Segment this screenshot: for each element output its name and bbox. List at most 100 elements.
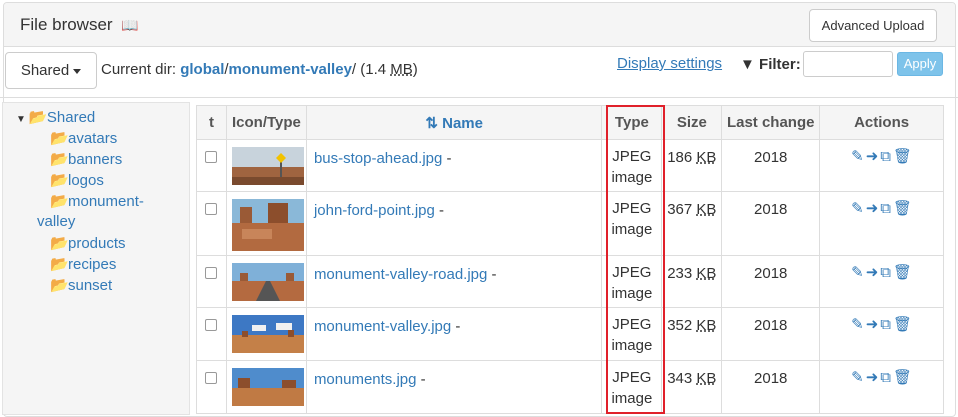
caret-down-icon[interactable]: ▼ (16, 114, 26, 125)
file-date: 2018 (721, 255, 821, 308)
image-thumbnail[interactable] (231, 315, 304, 353)
image-thumbnail[interactable] (231, 147, 304, 185)
advanced-upload-button[interactable]: Advanced Upload (809, 9, 937, 42)
image-thumbnail[interactable] (231, 199, 304, 251)
copy-icon[interactable]: ⧉ (880, 148, 891, 165)
folder-open-icon: 📂 (50, 235, 69, 252)
display-settings-link[interactable]: Display settings (617, 55, 722, 72)
file-name-link[interactable]: monument-valley-road.jpg (314, 266, 487, 283)
trash-icon[interactable]: 🗑 (893, 199, 912, 217)
file-size: 352 KB (661, 307, 723, 361)
move-arrow-icon[interactable]: ➜ (866, 368, 879, 386)
filter-input[interactable] (803, 51, 893, 77)
book-icon: 📖 (121, 17, 139, 33)
header-type: Type (601, 105, 663, 140)
copy-icon[interactable]: ⧉ (880, 369, 891, 386)
file-type: JPEG image (601, 360, 663, 414)
trash-icon[interactable]: 🗑 (893, 315, 912, 333)
folder-open-icon: 📂 (50, 193, 69, 210)
file-date: 2018 (721, 139, 821, 192)
copy-icon[interactable]: ⧉ (880, 316, 891, 333)
file-size: 343 KB (661, 360, 723, 414)
header-icon-type: Icon/Type (225, 105, 307, 140)
page-title: File browser 📖 (20, 15, 139, 35)
table-row: bus-stop-ahead.jpg - JPEG image 186 KB 20… (196, 139, 944, 192)
file-date: 2018 (721, 360, 821, 414)
header-name[interactable]: ⇅ Name (305, 105, 603, 140)
current-dir: Current dir: global/monument-valley/ (1.… (101, 61, 418, 78)
row-checkbox[interactable] (205, 151, 218, 163)
file-name-link[interactable]: bus-stop-ahead.jpg (314, 150, 442, 167)
folder-open-icon: 📂 (50, 172, 69, 189)
table-row: monument-valley.jpg - JPEG image 352 KB 2… (196, 307, 944, 361)
row-checkbox[interactable] (205, 319, 218, 331)
table-row: john-ford-point.jpg - JPEG image 367 KB 2… (196, 191, 944, 256)
file-size: 233 KB (661, 255, 723, 308)
header-actions: Actions (819, 105, 944, 140)
tree-item-products[interactable]: 📂products (50, 234, 126, 252)
file-size: 186 KB (661, 139, 723, 192)
file-table: t Icon/Type ⇅ Name Type Size Last change… (196, 105, 944, 414)
trash-icon[interactable]: 🗑 (893, 147, 912, 165)
divider (0, 97, 958, 98)
move-arrow-icon[interactable]: ➜ (866, 315, 879, 333)
folder-open-icon: 📂 (50, 277, 69, 294)
row-checkbox[interactable] (205, 203, 218, 215)
copy-icon[interactable]: ⧉ (880, 264, 891, 281)
trash-icon[interactable]: 🗑 (893, 368, 912, 386)
file-type: JPEG image (601, 139, 663, 192)
apply-button[interactable]: Apply (897, 52, 943, 76)
table-header-row: t Icon/Type ⇅ Name Type Size Last change… (196, 105, 944, 140)
header-size: Size (661, 105, 723, 140)
folder-open-icon: 📂 (28, 109, 48, 126)
file-name-link[interactable]: monument-valley.jpg (314, 318, 451, 335)
path-link-monument-valley[interactable]: monument-valley (229, 61, 352, 78)
path-link-global[interactable]: global (180, 61, 224, 78)
file-date: 2018 (721, 307, 821, 361)
row-checkbox[interactable] (205, 372, 218, 384)
tree-item-banners[interactable]: 📂banners (50, 150, 122, 168)
shared-dropdown-label: Shared (20, 62, 70, 79)
image-thumbnail[interactable] (231, 368, 304, 406)
tree-item-shared[interactable]: ▼ 📂Shared (16, 108, 95, 126)
tree-item-recipes[interactable]: 📂recipes (50, 255, 116, 273)
file-size: 367 KB (661, 191, 723, 256)
file-date: 2018 (721, 191, 821, 256)
tree-item-sunset[interactable]: 📂sunset (50, 276, 112, 294)
filter-icon: ▼ (740, 56, 755, 73)
image-thumbnail[interactable] (231, 263, 304, 301)
dir-size: (1.4 MB) (360, 61, 418, 78)
page-title-text: File browser (20, 15, 113, 34)
tree-item-avatars[interactable]: 📂avatars (50, 129, 117, 147)
copy-icon[interactable]: ⧉ (880, 200, 891, 217)
move-arrow-icon[interactable]: ➜ (866, 147, 879, 165)
sort-icon[interactable]: t (196, 105, 227, 140)
folder-open-icon: 📂 (50, 151, 69, 168)
tree-item-monument-valley[interactable]: 📂monument- (50, 192, 144, 210)
folder-open-icon: 📂 (50, 130, 69, 147)
edit-icon[interactable]: ✎ (851, 315, 864, 333)
edit-icon[interactable]: ✎ (851, 263, 864, 281)
folder-open-icon: 📂 (50, 256, 69, 273)
tree-item-monument-valley-wrap[interactable]: valley (37, 213, 75, 230)
edit-icon[interactable]: ✎ (851, 368, 864, 386)
filter-label: ▼ Filter: (740, 56, 801, 73)
edit-icon[interactable]: ✎ (851, 147, 864, 165)
table-row: monument-valley-road.jpg - JPEG image 233… (196, 255, 944, 308)
file-type: JPEG image (601, 307, 663, 361)
header-last-change: Last change (721, 105, 821, 140)
caret-down-icon (73, 68, 82, 74)
current-dir-label: Current dir: (101, 61, 177, 78)
shared-dropdown-button[interactable]: Shared (5, 52, 97, 89)
sort-amount-icon: ⇅ (425, 114, 438, 132)
move-arrow-icon[interactable]: ➜ (866, 263, 879, 281)
file-name-link[interactable]: monuments.jpg (314, 371, 417, 388)
tree-item-logos[interactable]: 📂logos (50, 171, 104, 189)
panel-heading: File browser 📖 Advanced Upload (4, 3, 955, 47)
move-arrow-icon[interactable]: ➜ (866, 199, 879, 217)
trash-icon[interactable]: 🗑 (893, 263, 912, 281)
file-type: JPEG image (601, 191, 663, 256)
row-checkbox[interactable] (205, 267, 218, 279)
edit-icon[interactable]: ✎ (851, 199, 864, 217)
file-name-link[interactable]: john-ford-point.jpg (314, 202, 435, 219)
